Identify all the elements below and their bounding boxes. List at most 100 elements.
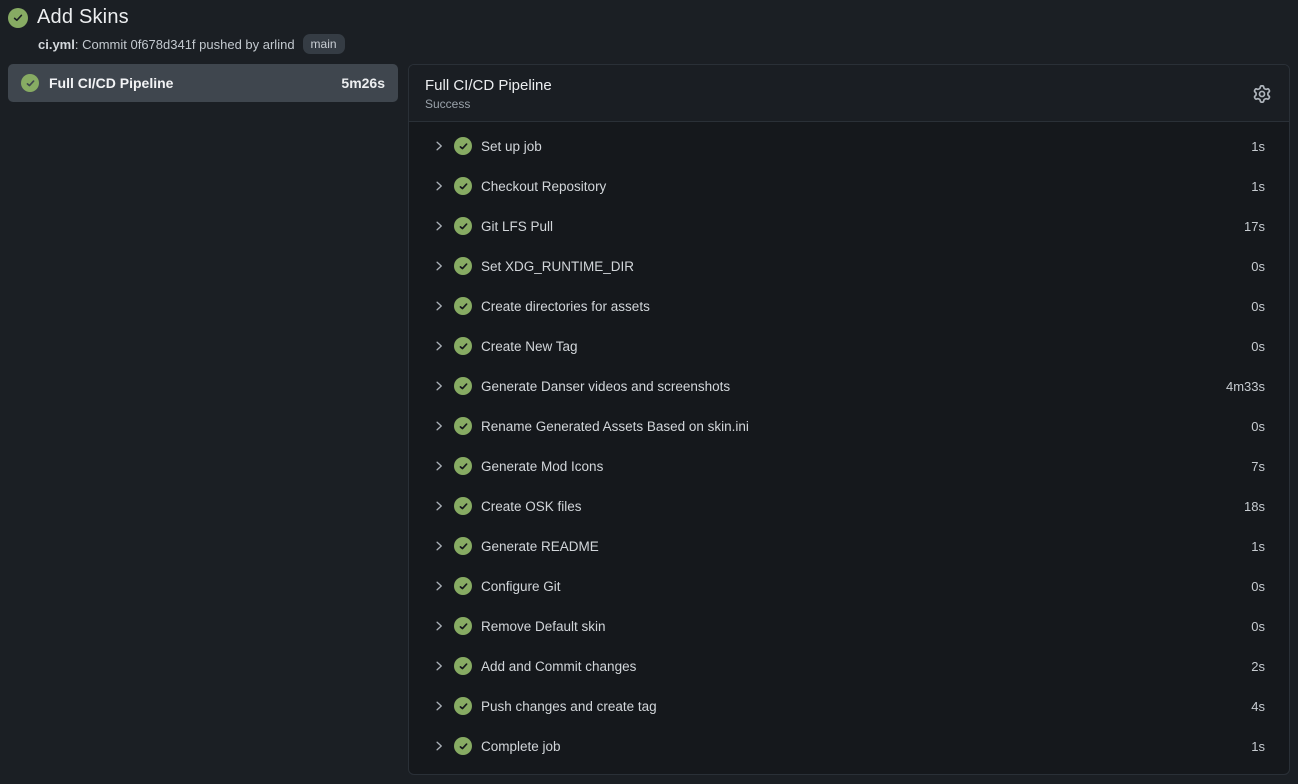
step-row[interactable]: Complete job 1s — [409, 726, 1289, 766]
step-row[interactable]: Generate README 1s — [409, 526, 1289, 566]
step-row[interactable]: Configure Git 0s — [409, 566, 1289, 606]
step-row[interactable]: Push changes and create tag 4s — [409, 686, 1289, 726]
step-duration: 2s — [1251, 659, 1265, 674]
chevron-right-icon[interactable] — [433, 460, 445, 472]
step-duration: 1s — [1251, 739, 1265, 754]
step-label: Create New Tag — [481, 339, 578, 354]
step-duration: 0s — [1251, 339, 1265, 354]
step-duration: 7s — [1251, 459, 1265, 474]
chevron-right-icon[interactable] — [433, 260, 445, 272]
workflow-file: ci.yml — [38, 37, 75, 52]
content-area: Full CI/CD Pipeline 5m26s Full CI/CD Pip… — [0, 54, 1298, 775]
job-panel-header: Full CI/CD Pipeline Success — [409, 65, 1289, 122]
step-label: Set XDG_RUNTIME_DIR — [481, 259, 634, 274]
chevron-right-icon[interactable] — [433, 300, 445, 312]
chevron-right-icon[interactable] — [433, 660, 445, 672]
step-label: Generate Mod Icons — [481, 459, 603, 474]
check-circle-icon — [454, 257, 472, 275]
step-row[interactable]: Generate Danser videos and screenshots 4… — [409, 366, 1289, 406]
step-label: Checkout Repository — [481, 179, 606, 194]
step-label: Add and Commit changes — [481, 659, 636, 674]
step-row[interactable]: Checkout Repository 1s — [409, 166, 1289, 206]
step-label: Push changes and create tag — [481, 699, 657, 714]
branch-badge[interactable]: main — [303, 34, 345, 54]
check-circle-icon — [454, 617, 472, 635]
commit-summary: ci.yml: Commit 0f678d341f pushed by arli… — [38, 37, 295, 52]
step-label: Create directories for assets — [481, 299, 650, 314]
job-name: Full CI/CD Pipeline — [49, 75, 173, 91]
step-label: Complete job — [481, 739, 561, 754]
step-duration: 0s — [1251, 419, 1265, 434]
step-duration: 0s — [1251, 299, 1265, 314]
run-header: Add Skins ci.yml: Commit 0f678d341f push… — [0, 0, 1298, 54]
gear-icon[interactable] — [1249, 81, 1275, 107]
steps-list: Set up job 1s Checkout Repository 1s G — [409, 122, 1289, 774]
step-label: Rename Generated Assets Based on skin.in… — [481, 419, 749, 434]
commit-text: : Commit 0f678d341f pushed by arlind — [75, 37, 295, 52]
check-circle-icon — [454, 457, 472, 475]
step-label: Create OSK files — [481, 499, 582, 514]
check-circle-icon — [454, 377, 472, 395]
step-row[interactable]: Generate Mod Icons 7s — [409, 446, 1289, 486]
step-label: Generate README — [481, 539, 599, 554]
chevron-right-icon[interactable] — [433, 540, 445, 552]
chevron-right-icon[interactable] — [433, 340, 445, 352]
check-circle-icon — [454, 697, 472, 715]
step-duration: 17s — [1244, 219, 1265, 234]
chevron-right-icon[interactable] — [433, 740, 445, 752]
run-title: Add Skins — [37, 6, 129, 29]
check-circle-icon — [8, 8, 28, 28]
check-circle-icon — [454, 217, 472, 235]
jobs-sidebar: Full CI/CD Pipeline 5m26s — [8, 64, 398, 102]
step-row[interactable]: Remove Default skin 0s — [409, 606, 1289, 646]
step-duration: 4s — [1251, 699, 1265, 714]
step-duration: 0s — [1251, 259, 1265, 274]
step-label: Remove Default skin — [481, 619, 606, 634]
chevron-right-icon[interactable] — [433, 580, 445, 592]
job-duration: 5m26s — [341, 75, 385, 91]
step-duration: 4m33s — [1226, 379, 1265, 394]
check-circle-icon — [454, 497, 472, 515]
step-label: Configure Git — [481, 579, 561, 594]
check-circle-icon — [454, 537, 472, 555]
step-row[interactable]: Create OSK files 18s — [409, 486, 1289, 526]
job-detail-panel: Full CI/CD Pipeline Success Set up job 1… — [408, 64, 1290, 775]
chevron-right-icon[interactable] — [433, 420, 445, 432]
step-row[interactable]: Create directories for assets 0s — [409, 286, 1289, 326]
chevron-right-icon[interactable] — [433, 620, 445, 632]
check-circle-icon — [454, 577, 472, 595]
check-circle-icon — [454, 297, 472, 315]
step-row[interactable]: Rename Generated Assets Based on skin.in… — [409, 406, 1289, 446]
step-duration: 18s — [1244, 499, 1265, 514]
chevron-right-icon[interactable] — [433, 220, 445, 232]
sidebar-job-full-pipeline[interactable]: Full CI/CD Pipeline 5m26s — [8, 64, 398, 102]
check-circle-icon — [454, 337, 472, 355]
step-row[interactable]: Add and Commit changes 2s — [409, 646, 1289, 686]
check-circle-icon — [454, 137, 472, 155]
step-label: Set up job — [481, 139, 542, 154]
check-circle-icon — [454, 177, 472, 195]
step-row[interactable]: Git LFS Pull 17s — [409, 206, 1289, 246]
step-duration: 1s — [1251, 139, 1265, 154]
step-row[interactable]: Create New Tag 0s — [409, 326, 1289, 366]
check-circle-icon — [21, 74, 39, 92]
chevron-right-icon[interactable] — [433, 180, 445, 192]
check-circle-icon — [454, 737, 472, 755]
step-duration: 0s — [1251, 579, 1265, 594]
chevron-right-icon[interactable] — [433, 380, 445, 392]
check-circle-icon — [454, 417, 472, 435]
chevron-right-icon[interactable] — [433, 500, 445, 512]
chevron-right-icon[interactable] — [433, 700, 445, 712]
check-circle-icon — [454, 657, 472, 675]
chevron-right-icon[interactable] — [433, 140, 445, 152]
step-duration: 1s — [1251, 179, 1265, 194]
step-duration: 0s — [1251, 619, 1265, 634]
step-duration: 1s — [1251, 539, 1265, 554]
step-row[interactable]: Set up job 1s — [409, 126, 1289, 166]
step-label: Git LFS Pull — [481, 219, 553, 234]
run-subtitle: ci.yml: Commit 0f678d341f pushed by arli… — [38, 34, 1288, 54]
step-row[interactable]: Set XDG_RUNTIME_DIR 0s — [409, 246, 1289, 286]
step-label: Generate Danser videos and screenshots — [481, 379, 730, 394]
job-panel-title: Full CI/CD Pipeline — [425, 77, 1273, 94]
job-status-text: Success — [425, 97, 1273, 111]
